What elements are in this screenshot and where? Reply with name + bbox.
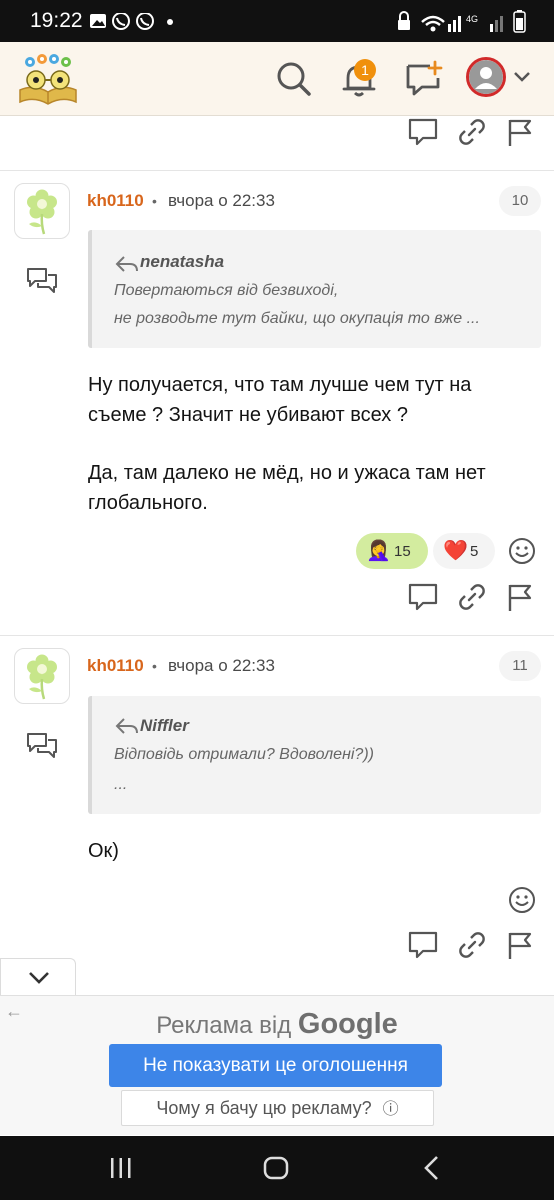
post-divider: [0, 635, 554, 636]
post-date[interactable]: вчора о 22:33: [168, 191, 275, 211]
separator-dot: •: [152, 193, 157, 209]
status-bar: 19:22 4G: [0, 0, 554, 42]
status-time: 19:22: [30, 9, 83, 32]
link-icon[interactable]: [456, 116, 488, 148]
post-text-line: съеме ? Значит не убивают всех ?: [88, 404, 408, 426]
post-text-line: Ок): [88, 840, 119, 862]
quote-line: Відповідь отримали? Вдоволені?)): [114, 746, 374, 763]
reaction-facepalm[interactable]: 🤦‍♀️ 15: [356, 533, 428, 569]
collapse-ad-tab[interactable]: [0, 958, 76, 998]
user-icon: [469, 60, 503, 94]
status-left-icons: [90, 13, 173, 30]
quote-author[interactable]: Niffler: [140, 716, 189, 736]
back-icon[interactable]: [420, 1154, 444, 1182]
quote-line: Повертаються від безвиході,: [114, 282, 339, 299]
google-logo: Google: [297, 1008, 398, 1040]
post-text-line: [88, 430, 486, 458]
why-this-ad-button[interactable]: Чому я бачу цю рекламу? ⓘ: [121, 1090, 434, 1126]
add-reaction-smile-icon[interactable]: [507, 885, 537, 915]
post-author-name[interactable]: kh0110: [87, 191, 144, 211]
reaction-count: 5: [470, 543, 479, 560]
new-message-icon[interactable]: [400, 56, 446, 102]
heart-emoji-icon: ❤️: [443, 540, 468, 562]
quote-reply-arrow-icon: [115, 256, 138, 272]
flower-avatar-icon: [27, 654, 57, 700]
post-quote: nenatasha Повертаються від безвиході, не…: [88, 230, 541, 348]
post-text-line: Ну получается, что там лучше чем тут на: [88, 374, 472, 396]
hide-ad-button[interactable]: Не показувати це оголошення: [109, 1044, 442, 1087]
home-icon[interactable]: [262, 1155, 290, 1181]
quote-line: ...: [114, 776, 128, 793]
app-header: 1: [0, 42, 554, 116]
post-divider: [0, 170, 554, 171]
status-right-icons: 4G: [398, 10, 526, 33]
google-ad-banner: ← Реклама від Google Не показувати це ог…: [0, 995, 554, 1135]
facepalm-emoji-icon: 🤦‍♀️: [366, 540, 391, 562]
reply-icon[interactable]: [407, 929, 439, 961]
reaction-count: 15: [394, 543, 411, 560]
post-body: Ок): [88, 836, 119, 866]
post-author-name[interactable]: kh0110: [87, 656, 144, 676]
private-message-icon[interactable]: [26, 266, 58, 294]
post-text-line: глобального.: [88, 492, 208, 514]
reply-icon[interactable]: [407, 581, 439, 613]
quote-reply-arrow-icon: [115, 718, 138, 734]
post-quote: Niffler Відповідь отримали? Вдоволені?))…: [88, 696, 541, 814]
post-body: Ну получается, что там лучше чем тут на …: [88, 370, 486, 518]
site-logo[interactable]: [16, 50, 80, 108]
ad-label: Реклама від Google: [0, 1008, 554, 1041]
why-this-ad-label: Чому я бачу цю рекламу?: [156, 1098, 372, 1118]
report-flag-icon[interactable]: [504, 929, 536, 961]
add-reaction-smile-icon[interactable]: [507, 536, 537, 566]
separator-dot: •: [152, 658, 157, 674]
notification-badge: 1: [354, 59, 376, 81]
report-flag-icon[interactable]: [504, 581, 536, 613]
post-author-avatar[interactable]: [14, 648, 70, 704]
user-avatar[interactable]: [466, 57, 506, 97]
search-icon[interactable]: [271, 56, 317, 102]
quote-line: не розводьте тут байки, що окупація то в…: [114, 310, 480, 327]
reaction-heart[interactable]: ❤️ 5: [433, 533, 495, 569]
post-number[interactable]: 11: [499, 651, 541, 681]
chevron-down-icon: [29, 972, 49, 984]
flower-avatar-icon: [27, 189, 57, 235]
system-nav-bar: [0, 1136, 554, 1200]
recent-apps-icon[interactable]: [108, 1156, 134, 1180]
post-author-avatar[interactable]: [14, 183, 70, 239]
private-message-icon[interactable]: [26, 731, 58, 759]
post-number[interactable]: 10: [499, 186, 541, 216]
quote-author[interactable]: nenatasha: [140, 252, 224, 272]
link-icon[interactable]: [456, 929, 488, 961]
post-text-line: Да, там далеко не мёд, но и ужаса там не…: [88, 462, 486, 484]
link-icon[interactable]: [456, 581, 488, 613]
info-icon: ⓘ: [382, 1101, 399, 1118]
report-flag-icon[interactable]: [504, 116, 536, 148]
svg-text:4G: 4G: [466, 14, 478, 24]
ad-label-text: Реклама від: [156, 1012, 292, 1039]
forum-screen: 19:22 4G 1 kh0110 • вчора о 22:33 10 nen…: [0, 0, 554, 1200]
post-date[interactable]: вчора о 22:33: [168, 656, 275, 676]
reply-icon[interactable]: [407, 116, 439, 148]
chevron-down-icon[interactable]: [512, 70, 532, 84]
